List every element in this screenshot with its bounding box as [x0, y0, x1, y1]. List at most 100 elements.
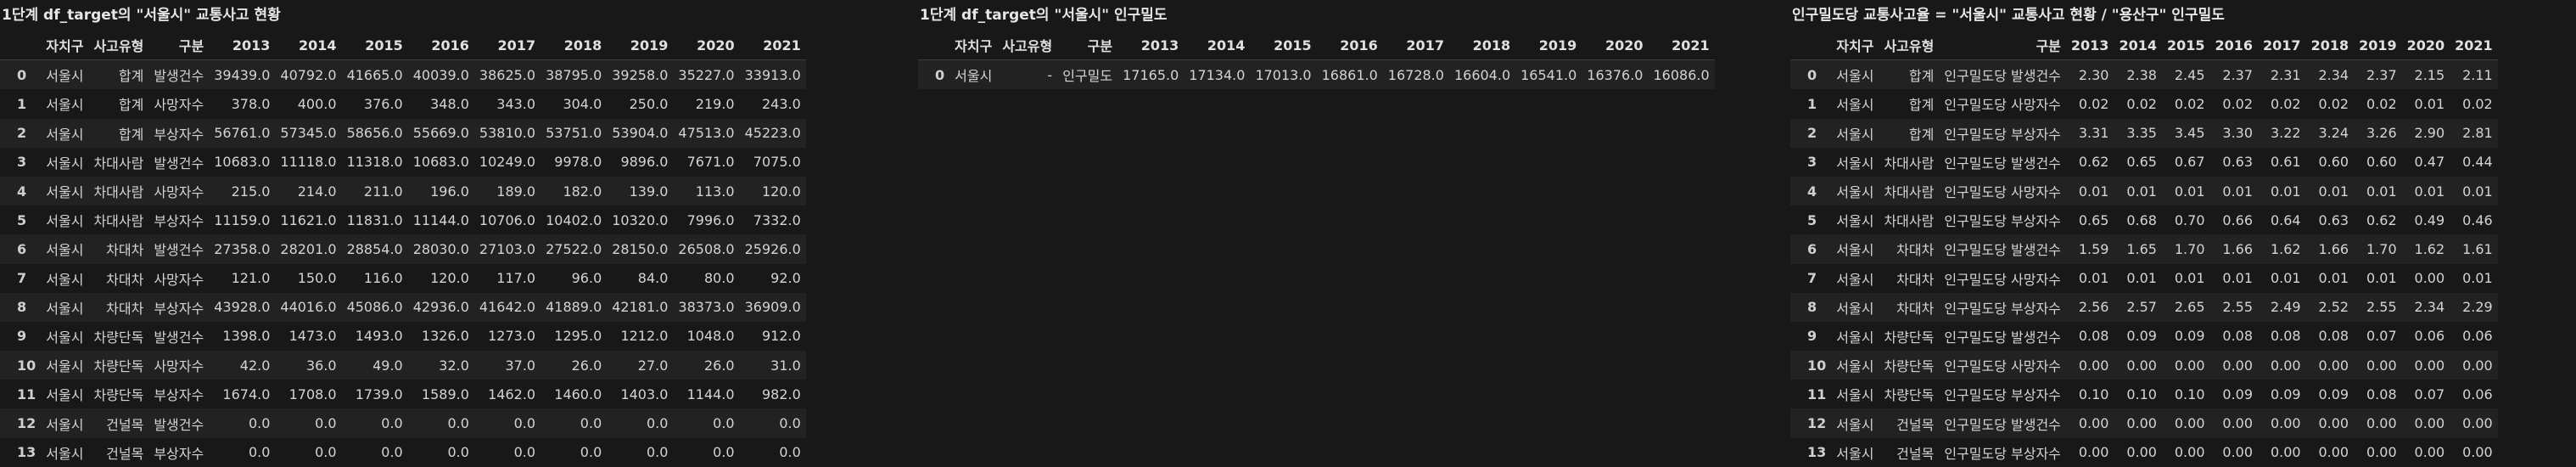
column-header: 2016: [431, 37, 469, 53]
table-row: 4 서울시 차대사람 사망자수 215.0 214.0 211.0 196.0 189.0 182…: [0, 176, 806, 206]
table-cell: 17013.0: [1250, 59, 1317, 90]
table-cell: 39258.0: [607, 59, 674, 90]
table-cell: 2.37: [2354, 59, 2402, 90]
table-cell: 차대사람: [1879, 205, 1940, 235]
table-cell: 0.00: [2450, 351, 2498, 380]
table-cell: 0.00: [2065, 437, 2114, 467]
table-cell: 1403.0: [607, 380, 674, 409]
table-cell: 28201.0: [275, 234, 342, 264]
table-title: 1단계 df_target의 "서울시" 인구밀도: [920, 7, 1168, 24]
table-cell: 서울시: [1831, 147, 1879, 177]
table-cell: 1.61: [2450, 234, 2498, 264]
table-cell: 0.01: [2065, 263, 2114, 293]
table-cell: 0.07: [2401, 380, 2450, 409]
table-cell: 0.0: [341, 408, 408, 438]
table-cell: 인구밀도당 부상자수: [1939, 380, 2066, 409]
table-cell: 0.0: [673, 408, 740, 438]
column-header: 2014: [2119, 37, 2157, 53]
table-cell: 11159.0: [209, 205, 276, 235]
table-cell: 0.63: [2305, 205, 2355, 235]
table-cell: 3.22: [2258, 118, 2306, 148]
table-row: 10 서울시 차량단독 인구밀도당 사망자수 0.00 0.00 0.00 0.00 0.00 0…: [1790, 351, 2498, 380]
column-header: 2018: [2310, 37, 2349, 53]
column-header: 2015: [365, 37, 403, 53]
table-cell: 113.0: [673, 176, 740, 206]
column-header: 2017: [1406, 37, 1444, 53]
table-cell: 26.0: [673, 351, 740, 380]
table-cell: 26508.0: [673, 234, 740, 264]
table-cell: 0.00: [2401, 263, 2450, 293]
table-cell: 차량단독: [1879, 321, 1940, 352]
table-cell: 인구밀도당 사망자수: [1939, 89, 2066, 119]
table-cell: 1.66: [2305, 234, 2355, 264]
table-cell: 0.08: [2209, 321, 2259, 352]
table-cell: 0.0: [607, 437, 674, 467]
table-cell: 189.0: [473, 176, 541, 206]
row-index: 5: [1790, 205, 1832, 235]
table-cell: 0.61: [2258, 147, 2306, 177]
column-header: 구분: [1087, 38, 1113, 55]
table-cell: 1.66: [2209, 234, 2259, 264]
table-row: 11 서울시 차량단독 부상자수 1674.0 1708.0 1739.0 1589.0 146…: [0, 380, 806, 409]
table-cell: 서울시: [41, 176, 89, 206]
table-panel-density: 1단계 df_target의 "서울시" 인구밀도 자치구 사고유형 구분 2013 2…: [918, 0, 1790, 90]
table-cell: 0.70: [2161, 205, 2210, 235]
column-header: 2020: [1604, 37, 1644, 53]
table-row: 12 서울시 건널목 인구밀도당 발생건수 0.00 0.00 0.00 0.00 0.00 0.…: [1790, 408, 2498, 438]
table-row: 7 서울시 차대차 사망자수 121.0 150.0 116.0 120.0 117.0 96.0…: [0, 263, 806, 293]
table-cell: 0.01: [2209, 176, 2259, 206]
table-cell: 45086.0: [341, 292, 408, 322]
table-cell: 0.08: [2065, 321, 2114, 352]
table-cell: 0.47: [2401, 147, 2450, 177]
table-cell: 31.0: [739, 351, 806, 380]
table-cell: 9978.0: [540, 147, 608, 177]
table-cell: 2.11: [2450, 59, 2498, 90]
column-header: 사고유형: [1884, 38, 1935, 55]
table-cell: 2.81: [2450, 118, 2498, 148]
accidents-table: 자치구 사고유형 구분 2013 2014 2015 2016 2017 2018 2019 202…: [0, 31, 806, 467]
table-cell: 7671.0: [673, 147, 740, 177]
table-cell: 10683.0: [209, 147, 276, 177]
table-cell: 0.0: [407, 408, 474, 438]
table-cell: 41665.0: [341, 59, 408, 90]
table-cell: 16541.0: [1515, 59, 1582, 90]
table-cell: 2.31: [2258, 59, 2306, 90]
table-row: 0 서울시 합계 발생건수 39439.0 40792.0 41665.0 40039.0 38…: [0, 59, 806, 90]
table-cell: 0.0: [275, 408, 342, 438]
table-cell: 0.01: [2354, 263, 2402, 293]
table-cell: 2.49: [2258, 292, 2306, 322]
table-cell: 0.67: [2161, 147, 2210, 177]
table-cell: 0.60: [2305, 147, 2355, 177]
table-cell: 2.34: [2401, 292, 2450, 322]
table-cell: 0.44: [2450, 147, 2498, 177]
table-cell: 차대차: [88, 234, 149, 264]
table-cell: 1295.0: [540, 321, 608, 352]
table-cell: 차대사람: [88, 176, 149, 206]
table-cell: 196.0: [407, 176, 474, 206]
table-cell: 0.01: [2450, 176, 2498, 206]
column-header: 구분: [2036, 38, 2061, 55]
table-cell: 서울시: [1831, 89, 1879, 119]
table-cell: 2.57: [2114, 292, 2162, 322]
table-cell: 28150.0: [607, 234, 674, 264]
table-cell: 2.37: [2209, 59, 2259, 90]
column-header: 2021: [763, 37, 801, 53]
column-header: 자치구: [955, 38, 993, 55]
table-cell: 36909.0: [739, 292, 806, 322]
rate-table: 자치구 사고유형 구분 2013 2014 2015 2016 2017 2018 2019 202…: [1790, 31, 2498, 467]
row-index: 0: [0, 59, 42, 90]
table-cell: 0.00: [2450, 437, 2498, 467]
table-cell: 인구밀도당 사망자수: [1939, 176, 2066, 206]
table-cell: 서울시: [1831, 437, 1879, 467]
table-cell: 0.0: [739, 437, 806, 467]
table-cell: 서울시: [949, 59, 998, 90]
table-cell: 10683.0: [407, 147, 474, 177]
table-cell: 0.00: [2258, 437, 2306, 467]
row-index: 3: [1790, 147, 1832, 177]
table-cell: 차대사람: [1879, 176, 1940, 206]
table-cell: 982.0: [739, 380, 806, 409]
table-cell: 합계: [1879, 59, 1940, 90]
table-cell: 서울시: [1831, 176, 1879, 206]
table-cell: 발생건수: [148, 408, 210, 438]
table-cell: 서울시: [41, 118, 89, 148]
